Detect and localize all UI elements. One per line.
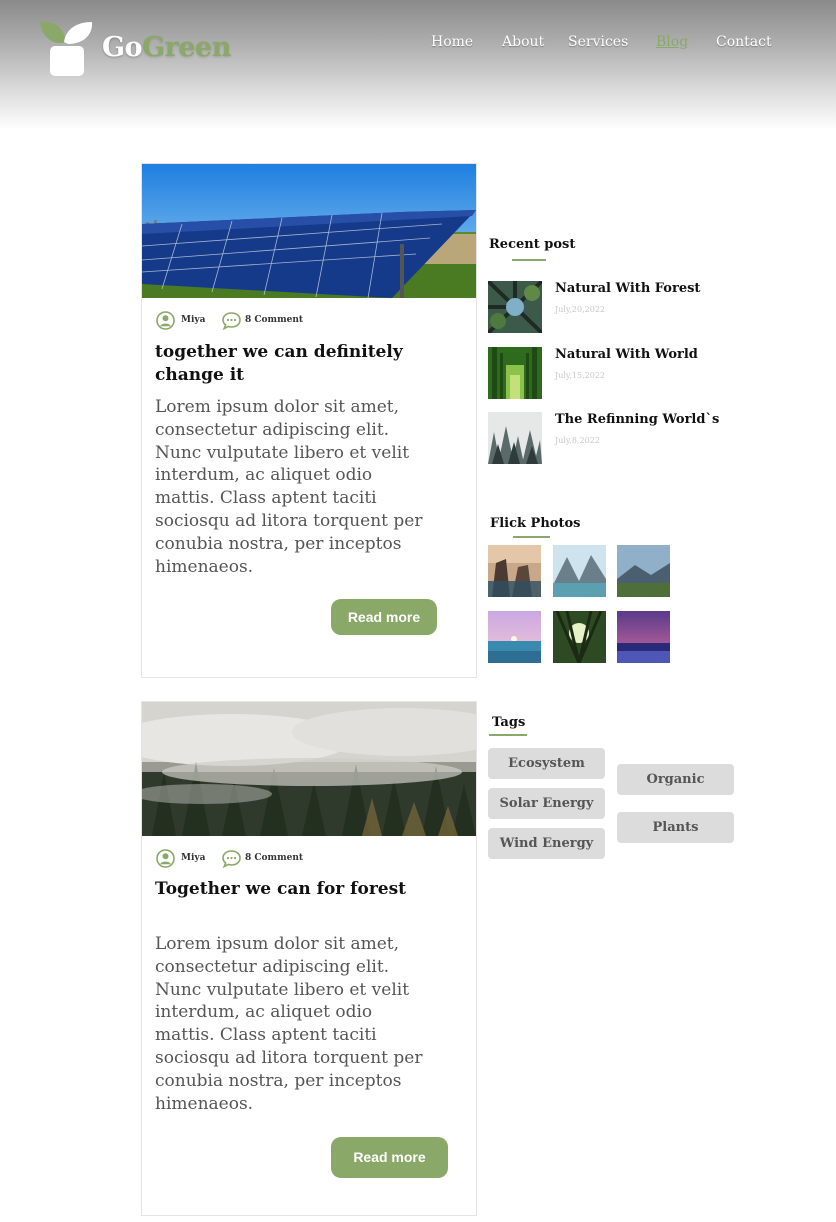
post-body: Lorem ipsum dolor sit amet, consectetur …: [155, 934, 423, 1114]
recent-post-date: July,20,2022: [555, 305, 605, 314]
tags-heading: Tags: [492, 715, 526, 730]
flick-photo[interactable]: [617, 545, 670, 597]
tag-organic[interactable]: Organic: [617, 764, 734, 795]
recent-post-thumbnail[interactable]: [488, 347, 542, 399]
recent-post-item[interactable]: Natural With Forest July,20,2022: [488, 281, 748, 335]
tag-wind-energy[interactable]: Wind Energy: [488, 828, 605, 859]
post-author[interactable]: Miya: [181, 315, 205, 325]
user-icon: [156, 311, 175, 330]
tag-solar-energy[interactable]: Solar Energy: [488, 788, 605, 819]
recent-post-thumbnail[interactable]: [488, 412, 542, 464]
tag-ecosystem[interactable]: Ecosystem: [488, 748, 605, 779]
recent-post-item[interactable]: Natural With World July,15,2022: [488, 347, 748, 401]
post-meta: Miya 8 Comment: [156, 849, 456, 869]
recent-post-title[interactable]: Natural With Forest: [555, 281, 700, 296]
nav-contact[interactable]: Contact: [716, 34, 772, 50]
flick-photo[interactable]: [553, 545, 606, 597]
recent-post-heading: Recent post: [489, 237, 576, 252]
recent-post-date: July,15,2022: [555, 371, 605, 380]
post-comments[interactable]: 8 Comment: [245, 853, 303, 863]
blog-post-card: Miya 8 Comment together we can definitel…: [141, 163, 477, 678]
recent-post-thumbnail[interactable]: [488, 281, 542, 333]
read-more-button[interactable]: Read more: [331, 599, 437, 635]
recent-post-title[interactable]: The Refinning World`s: [555, 412, 719, 427]
user-icon: [156, 849, 175, 868]
recent-post-item[interactable]: The Refinning World`s July,8,2022: [488, 412, 748, 466]
post-title[interactable]: Together we can for forest: [155, 878, 470, 901]
nav-home[interactable]: Home: [431, 34, 473, 50]
comment-icon: [222, 312, 241, 330]
nav-services[interactable]: Services: [568, 34, 628, 50]
flick-photo[interactable]: [488, 611, 541, 663]
recent-post-date: July,8,2022: [555, 436, 600, 445]
comment-icon: [222, 850, 241, 868]
post-comments[interactable]: 8 Comment: [245, 315, 303, 325]
tag-plants[interactable]: Plants: [617, 812, 734, 843]
nav-about[interactable]: About: [502, 34, 544, 50]
post-body: Lorem ipsum dolor sit amet, consectetur …: [155, 397, 423, 577]
post-title[interactable]: together we can definitely change it: [155, 341, 470, 387]
recent-post-underline: [512, 259, 546, 261]
tags-underline: [489, 734, 527, 736]
flick-photos-heading: Flick Photos: [490, 516, 581, 531]
flick-photos-underline: [513, 536, 550, 538]
nav-blog[interactable]: Blog: [656, 34, 688, 50]
flick-photo[interactable]: [617, 611, 670, 663]
post-meta: Miya 8 Comment: [156, 311, 456, 331]
blog-post-card: Miya 8 Comment Together we can for fores…: [141, 701, 477, 1216]
misty-forest-image[interactable]: [142, 702, 476, 836]
site-header: GoGreen Home About Services Blog Contact: [0, 0, 836, 130]
flick-photo[interactable]: [553, 611, 606, 663]
read-more-button[interactable]: Read more: [331, 1137, 448, 1178]
recent-post-title[interactable]: Natural With World: [555, 347, 698, 362]
main-nav: Home About Services Blog Contact: [0, 34, 836, 56]
solar-panels-image[interactable]: [142, 164, 476, 298]
post-author[interactable]: Miya: [181, 853, 205, 863]
flick-photo[interactable]: [488, 545, 541, 597]
